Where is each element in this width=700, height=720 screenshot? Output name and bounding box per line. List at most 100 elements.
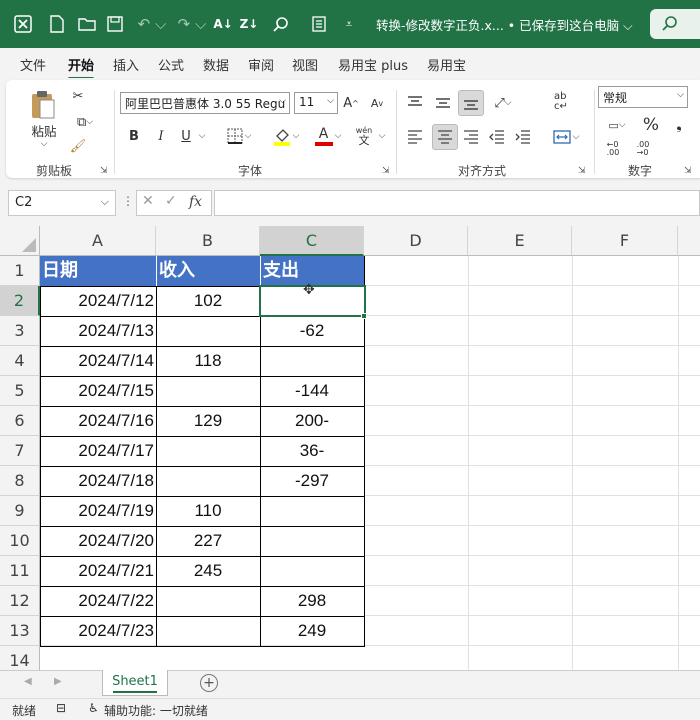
tab-review[interactable]: 审阅 — [248, 55, 274, 74]
tab-formulas[interactable]: 公式 — [158, 55, 184, 74]
orientation-icon[interactable]: ⤢ ⌵ — [488, 92, 518, 114]
date-cell[interactable]: 2024/7/17 — [40, 436, 154, 466]
document-title[interactable]: 转换-修改数字正负.x... • 已保存到这台电脑 ⌵ — [376, 15, 633, 34]
font-launcher-icon[interactable]: ⇲ — [382, 166, 390, 176]
column-header[interactable]: D — [364, 226, 468, 256]
income-cell[interactable]: 118 — [156, 346, 260, 376]
row-header[interactable]: 6 — [0, 406, 40, 436]
tab-easyuse[interactable]: 易用宝 — [427, 55, 466, 74]
date-cell[interactable]: 2024/7/21 — [40, 556, 154, 586]
add-sheet-icon[interactable]: + — [200, 674, 218, 692]
cut-icon[interactable]: ✂ — [68, 86, 88, 106]
search-box[interactable] — [650, 9, 700, 39]
accessibility-icon[interactable]: ♿ — [88, 701, 99, 715]
open-folder-icon[interactable] — [76, 13, 98, 35]
date-cell[interactable]: 2024/7/20 — [40, 526, 154, 556]
income-cell[interactable] — [156, 316, 260, 346]
expense-cell[interactable]: 200- — [260, 406, 364, 436]
expense-cell[interactable]: -62 — [260, 316, 364, 346]
percent-style-button[interactable]: % — [640, 114, 662, 136]
alignment-launcher-icon[interactable]: ⇲ — [578, 166, 586, 176]
italic-button[interactable]: I — [151, 125, 171, 147]
expense-cell[interactable]: 298 — [260, 586, 364, 616]
decrease-indent-icon[interactable] — [486, 126, 508, 148]
customize-toolbar-icon[interactable]: ⩡ — [338, 13, 360, 35]
column-header[interactable]: C — [260, 226, 364, 256]
macro-record-icon[interactable]: ⊟ — [56, 701, 66, 715]
number-launcher-icon[interactable]: ⇲ — [684, 166, 692, 176]
income-cell[interactable]: 102 — [156, 286, 260, 316]
wrap-text-icon[interactable]: ab c↵ — [550, 90, 572, 114]
income-cell[interactable]: 227 — [156, 526, 260, 556]
income-cell[interactable] — [156, 436, 260, 466]
tab-home[interactable]: 开始 — [68, 55, 95, 80]
align-right-icon[interactable] — [460, 126, 482, 148]
insert-function-button[interactable]: fx — [189, 194, 202, 210]
date-cell[interactable]: 2024/7/12 — [40, 286, 154, 316]
underline-button[interactable]: U — [176, 125, 196, 147]
date-cell[interactable]: 2024/7/14 — [40, 346, 154, 376]
formula-input[interactable] — [214, 190, 700, 216]
income-cell[interactable] — [156, 586, 260, 616]
sort-desc-icon[interactable]: Z↓ — [238, 13, 260, 35]
align-center-icon[interactable] — [432, 124, 458, 150]
fill-color-icon[interactable]: ⌵ — [268, 124, 304, 148]
header-cell-income[interactable]: 收入 — [156, 256, 260, 286]
align-top-icon[interactable] — [404, 92, 426, 114]
row-header[interactable]: 5 — [0, 376, 40, 406]
more-options-icon[interactable]: ⋮ — [122, 194, 134, 208]
expense-cell[interactable]: 36- — [260, 436, 364, 466]
increase-font-icon[interactable]: A ^ — [340, 92, 362, 114]
clipboard-launcher-icon[interactable]: ⇲ — [100, 166, 108, 176]
form-icon[interactable] — [308, 13, 330, 35]
row-header[interactable]: 3 — [0, 316, 40, 346]
tab-easyuse-plus[interactable]: 易用宝 plus — [338, 55, 408, 74]
date-cell[interactable]: 2024/7/22 — [40, 586, 154, 616]
borders-icon[interactable]: ⌵ — [222, 125, 256, 147]
undo-icon[interactable]: ↶ ⌵ — [134, 13, 170, 35]
expense-cell[interactable]: -144 — [260, 376, 364, 406]
row-header[interactable]: 8 — [0, 466, 40, 496]
column-header[interactable] — [678, 226, 700, 256]
income-cell[interactable]: 110 — [156, 496, 260, 526]
sheet-tab-sheet1[interactable]: Sheet1 — [102, 670, 168, 696]
increase-decimal-icon[interactable]: ←0.00 — [600, 138, 626, 160]
column-header[interactable]: E — [468, 226, 572, 256]
currency-format-icon[interactable]: ▭ ⌵ — [600, 114, 634, 136]
number-format-combo[interactable]: 常规 ⌵ — [598, 86, 688, 108]
align-left-icon[interactable] — [404, 126, 426, 148]
row-header[interactable]: 4 — [0, 346, 40, 376]
comma-style-icon[interactable]: ❟ — [668, 114, 690, 136]
date-cell[interactable]: 2024/7/19 — [40, 496, 154, 526]
decrease-font-icon[interactable]: Av — [366, 92, 388, 114]
row-header[interactable]: 11 — [0, 556, 40, 586]
expense-cell[interactable] — [260, 526, 364, 556]
expense-cell[interactable] — [260, 496, 364, 526]
paste-dropdown-icon[interactable]: ⌵ — [36, 138, 52, 150]
align-middle-icon[interactable] — [432, 92, 454, 114]
paste-icon[interactable] — [28, 88, 58, 122]
date-cell[interactable]: 2024/7/23 — [40, 616, 154, 646]
row-header[interactable]: 10 — [0, 526, 40, 556]
decrease-decimal-icon[interactable]: .00 →0 — [630, 138, 656, 160]
expense-cell[interactable]: 249 — [260, 616, 364, 646]
row-header[interactable]: 1 — [0, 256, 40, 286]
row-header[interactable]: 14 — [0, 646, 40, 670]
header-cell-date[interactable]: 日期 — [40, 256, 156, 286]
income-cell[interactable]: 245 — [156, 556, 260, 586]
merge-center-icon[interactable]: ⌵ — [548, 126, 584, 148]
cancel-icon[interactable]: ✕ — [142, 193, 154, 209]
row-header[interactable]: 12 — [0, 586, 40, 616]
row-header[interactable]: 2 — [0, 286, 40, 316]
expense-cell[interactable] — [260, 346, 364, 376]
scroll-right-icon[interactable]: ▶ — [54, 676, 62, 687]
column-header[interactable]: F — [572, 226, 678, 256]
underline-dropdown-icon[interactable]: ⌵ — [196, 125, 208, 147]
font-size-combo[interactable]: 11 ⌵ — [294, 92, 338, 114]
scroll-left-icon[interactable]: ◀ — [24, 676, 32, 687]
copy-icon[interactable]: ⧉ ⌵ — [68, 112, 102, 132]
row-header[interactable]: 7 — [0, 436, 40, 466]
income-cell[interactable] — [156, 466, 260, 496]
select-all-button[interactable] — [0, 226, 40, 256]
increase-indent-icon[interactable] — [512, 126, 534, 148]
